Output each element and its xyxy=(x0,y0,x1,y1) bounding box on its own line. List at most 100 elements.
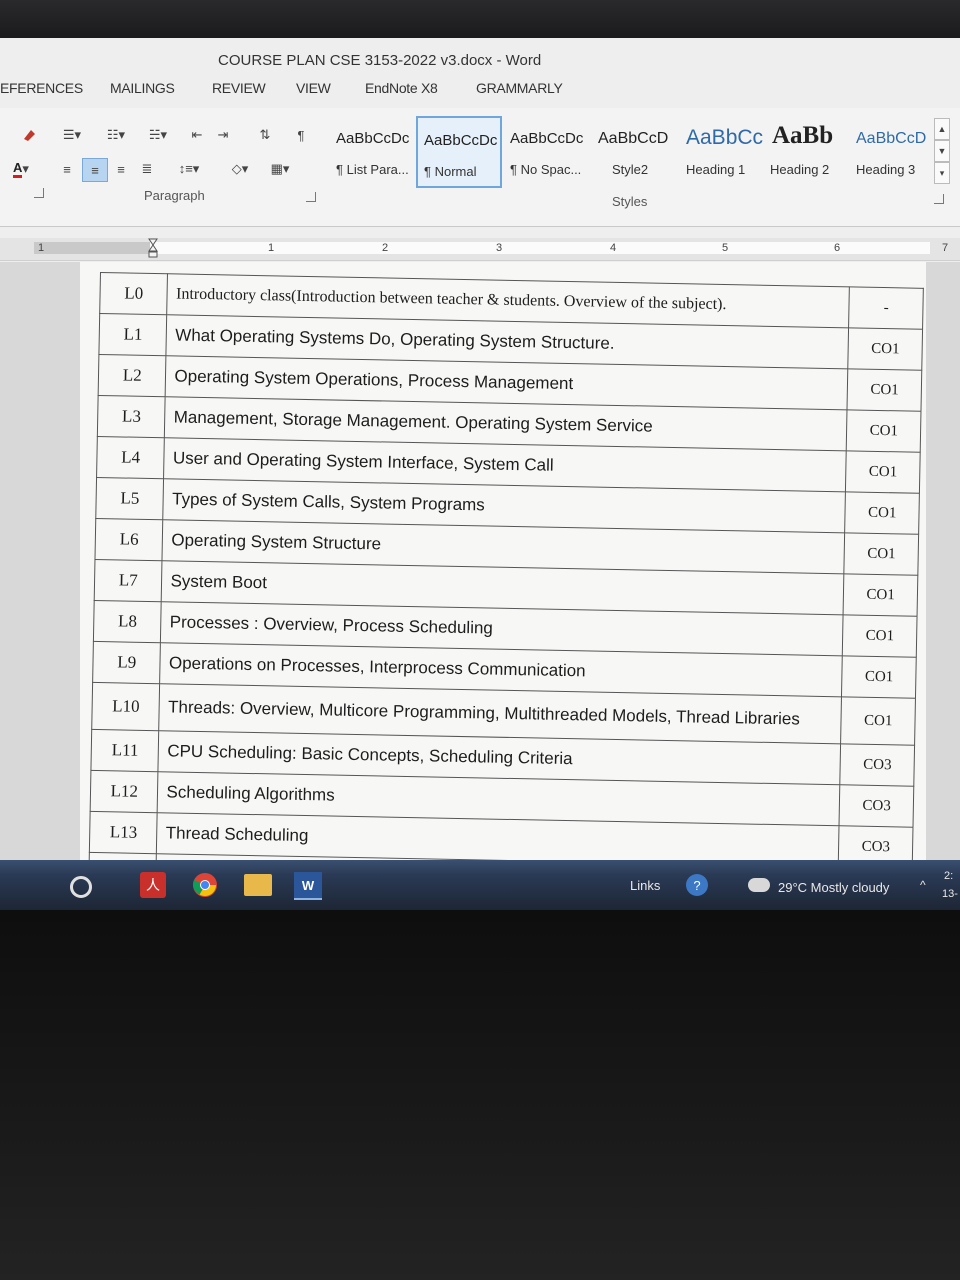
lecture-code[interactable]: L8 xyxy=(93,600,162,643)
ruler-number: 6 xyxy=(834,242,841,254)
ruler-number: 1 xyxy=(38,242,45,254)
lecture-code[interactable]: L5 xyxy=(95,477,165,520)
style-name: ¶ List Para... xyxy=(336,162,409,177)
tab-endnote[interactable]: EndNote X8 xyxy=(365,80,438,96)
course-outcome[interactable]: CO1 xyxy=(841,696,916,746)
style-no-spacing[interactable]: AaBbCcDc ¶ No Spac... xyxy=(504,116,590,184)
course-outcome[interactable]: CO1 xyxy=(843,573,918,617)
lecture-code[interactable]: L13 xyxy=(89,811,158,854)
lecture-code[interactable]: L12 xyxy=(90,770,159,813)
show-formatting-icon[interactable]: ¶ xyxy=(290,124,312,146)
style-name: ¶ No Spac... xyxy=(510,162,582,177)
horizontal-ruler[interactable]: 1 1 2 3 4 5 6 7 xyxy=(0,238,960,261)
justify-icon[interactable]: ≣ xyxy=(136,158,158,180)
bullets-button[interactable]: ☰▾ xyxy=(52,124,92,146)
font-dialog-launcher-icon[interactable] xyxy=(34,188,44,198)
line-spacing-button[interactable]: ↕≡▾ xyxy=(172,158,206,180)
course-outcome[interactable]: CO3 xyxy=(839,784,914,828)
style-style2[interactable]: AaBbCcD Style2 xyxy=(592,116,678,184)
style-heading-1[interactable]: AaBbCc Heading 1 xyxy=(680,116,766,184)
style-sample: AaBb xyxy=(772,122,834,149)
word-icon[interactable]: W xyxy=(294,872,322,900)
lecture-code[interactable]: L6 xyxy=(94,518,164,561)
help-icon[interactable]: ? xyxy=(686,874,708,896)
lecture-code[interactable]: L0 xyxy=(99,272,168,315)
align-center-icon[interactable]: ≡ xyxy=(82,158,108,182)
lecture-code[interactable]: L7 xyxy=(94,559,163,602)
multilevel-list-button[interactable]: ☵▾ xyxy=(140,124,176,146)
clock-time[interactable]: 2: xyxy=(944,870,953,882)
lecture-code[interactable]: L14 xyxy=(88,852,157,860)
tab-grammarly[interactable]: GRAMMARLY xyxy=(476,80,563,96)
lecture-code[interactable]: L4 xyxy=(96,436,165,479)
ruler-number: 7 xyxy=(942,242,949,254)
decrease-indent-icon[interactable]: ⇤ xyxy=(186,124,208,146)
tab-references[interactable]: EFERENCES xyxy=(0,80,83,96)
acrobat-icon[interactable]: 人 xyxy=(140,872,166,898)
format-painter-icon[interactable] xyxy=(18,124,40,146)
indent-marker-icon[interactable] xyxy=(148,238,158,258)
document-page[interactable]: L0 Introductory class(Introduction betwee… xyxy=(80,262,926,860)
shading-button[interactable]: ◇▾ xyxy=(222,158,258,180)
course-outcome[interactable]: CO3 xyxy=(840,743,915,787)
course-plan-table: L0 Introductory class(Introduction betwee… xyxy=(88,272,924,860)
style-normal[interactable]: AaBbCcDc ¶ Normal xyxy=(416,116,502,188)
course-outcome[interactable]: CO1 xyxy=(842,614,918,658)
monitor-bezel-top xyxy=(0,0,960,40)
lecture-code[interactable]: L11 xyxy=(90,729,160,772)
ruler-number: 5 xyxy=(722,242,729,254)
lecture-code[interactable]: L2 xyxy=(98,354,167,397)
tab-mailings[interactable]: MAILINGS xyxy=(110,80,175,96)
style-heading-2[interactable]: AaBb Heading 2 xyxy=(766,116,850,184)
tab-view[interactable]: VIEW xyxy=(296,80,331,96)
style-name: Heading 3 xyxy=(856,162,916,177)
paragraph-group-label: Paragraph xyxy=(144,188,205,203)
clock-date[interactable]: 13- xyxy=(942,888,958,900)
course-outcome[interactable]: CO1 xyxy=(848,327,923,371)
style-sample: AaBbCcD xyxy=(598,130,669,147)
chevron-up-icon[interactable]: ^ xyxy=(920,878,926,892)
lecture-code[interactable]: L1 xyxy=(98,313,168,356)
style-sample: AaBbCcDc xyxy=(336,130,410,147)
course-outcome[interactable]: CO1 xyxy=(844,532,919,576)
style-sample: AaBbCcDc xyxy=(424,132,498,149)
ruler-number: 3 xyxy=(496,242,503,254)
style-heading-3[interactable]: AaBbCcD Heading 3 xyxy=(850,116,930,184)
cloud-icon xyxy=(748,878,770,892)
styles-more-icon[interactable]: ▾ xyxy=(934,162,950,184)
align-left-icon[interactable]: ≡ xyxy=(56,158,78,180)
align-right-icon[interactable]: ≡ xyxy=(110,158,132,180)
ribbon: ☰▾ ☷▾ ☵▾ ⇤ ⇥ ⇅ ¶ A ▾ ≡ ≡ ≡ ≣ ↕≡▾ ◇▾ ▦▾ Pa… xyxy=(0,108,960,227)
monitor-bezel-bottom xyxy=(0,910,960,1280)
chrome-icon[interactable] xyxy=(192,872,218,898)
lecture-code[interactable]: L9 xyxy=(92,641,161,684)
course-outcome[interactable]: CO1 xyxy=(845,491,920,535)
numbering-button[interactable]: ☷▾ xyxy=(96,124,136,146)
course-outcome[interactable]: CO3 xyxy=(838,825,913,860)
styles-scroll-up-icon[interactable]: ▲ xyxy=(934,118,950,140)
style-name: Heading 2 xyxy=(770,162,830,177)
paragraph-dialog-launcher-icon[interactable] xyxy=(306,192,316,202)
weather-text[interactable]: 29°C Mostly cloudy xyxy=(778,880,889,895)
document-area: L0 Introductory class(Introduction betwee… xyxy=(0,262,960,860)
course-outcome[interactable]: - xyxy=(849,286,924,330)
lecture-code[interactable]: L3 xyxy=(97,395,166,438)
increase-indent-icon[interactable]: ⇥ xyxy=(212,124,234,146)
ruler-number: 1 xyxy=(268,242,275,254)
file-explorer-icon[interactable] xyxy=(244,874,272,896)
style-list-paragraph[interactable]: AaBbCcDc ¶ List Para... xyxy=(330,116,414,184)
links-toolbar-label[interactable]: Links xyxy=(630,878,660,893)
course-outcome[interactable]: CO1 xyxy=(846,409,921,453)
borders-button[interactable]: ▦▾ xyxy=(262,158,298,180)
lecture-code[interactable]: L10 xyxy=(91,682,161,731)
ruler-number: 4 xyxy=(610,242,617,254)
sort-icon[interactable]: ⇅ xyxy=(254,124,276,146)
tab-review[interactable]: REVIEW xyxy=(212,80,266,96)
course-outcome[interactable]: CO1 xyxy=(847,368,922,412)
styles-dialog-launcher-icon[interactable] xyxy=(934,194,944,204)
course-outcome[interactable]: CO1 xyxy=(845,450,921,494)
start-icon[interactable] xyxy=(70,876,92,898)
course-outcome[interactable]: CO1 xyxy=(841,655,917,699)
font-color-button[interactable]: A ▾ xyxy=(4,158,38,180)
styles-scroll-down-icon[interactable]: ▼ xyxy=(934,140,950,162)
